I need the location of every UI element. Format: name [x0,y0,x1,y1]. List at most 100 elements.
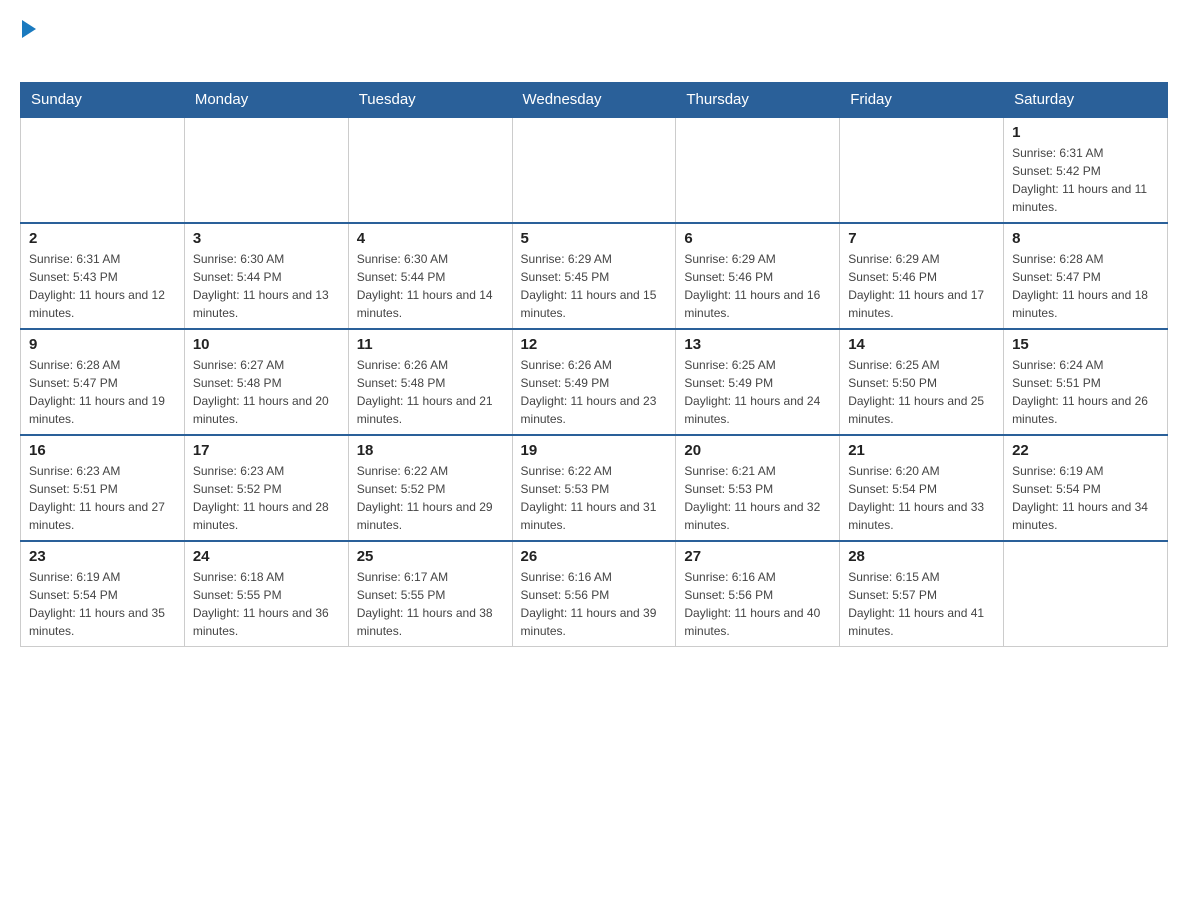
calendar-day-cell [512,117,676,223]
day-number: 1 [1012,124,1159,141]
calendar-day-cell: 5Sunrise: 6:29 AM Sunset: 5:45 PM Daylig… [512,223,676,329]
day-number: 19 [521,442,668,459]
calendar-day-cell: 27 Sunrise: 6:16 AM Sunset: 5:56 PM Dayli… [676,541,840,647]
calendar-day-cell: 2Sunrise: 6:31 AM Sunset: 5:43 PM Daylig… [21,223,185,329]
day-number: 2 [29,230,176,247]
day-info: Sunrise: 6:28 AM Sunset: 5:47 PM Dayligh… [1012,250,1159,322]
day-info: Sunrise: 6:23 AM Sunset: 5:52 PM Dayligh… [193,462,340,534]
day-info: Sunrise: 6:25 AM Sunset: 5:50 PM Dayligh… [848,356,995,428]
day-number: 20 [684,442,831,459]
calendar-day-cell: 4 Sunrise: 6:30 AM Sunset: 5:44 PM Daylig… [348,223,512,329]
calendar-day-cell: 14Sunrise: 6:25 AM Sunset: 5:50 PM Dayli… [840,329,1004,435]
calendar-day-cell: 7 Sunrise: 6:29 AM Sunset: 5:46 PM Daylig… [840,223,1004,329]
day-number: 6 [684,230,831,247]
calendar-day-cell: 25 Sunrise: 6:17 AM Sunset: 5:55 PM Dayli… [348,541,512,647]
day-info: Sunrise: 6:21 AM Sunset: 5:53 PM Dayligh… [684,462,831,534]
calendar-day-cell: 23 Sunrise: 6:19 AM Sunset: 5:54 PM Dayli… [21,541,185,647]
day-info: Sunrise: 6:19 AM Sunset: 5:54 PM Dayligh… [1012,462,1159,534]
calendar-day-cell: 28Sunrise: 6:15 AM Sunset: 5:57 PM Dayli… [840,541,1004,647]
weekday-header-monday: Monday [184,83,348,118]
calendar-day-cell [348,117,512,223]
weekday-header-wednesday: Wednesday [512,83,676,118]
day-info: Sunrise: 6:22 AM Sunset: 5:53 PM Dayligh… [521,462,668,534]
day-number: 26 [521,548,668,565]
calendar-day-cell [184,117,348,223]
calendar-table: SundayMondayTuesdayWednesdayThursdayFrid… [20,82,1168,647]
calendar-day-cell: 10 Sunrise: 6:27 AM Sunset: 5:48 PM Dayli… [184,329,348,435]
day-number: 15 [1012,336,1159,353]
day-number: 24 [193,548,340,565]
calendar-day-cell: 3Sunrise: 6:30 AM Sunset: 5:44 PM Daylig… [184,223,348,329]
day-info: Sunrise: 6:29 AM Sunset: 5:45 PM Dayligh… [521,250,668,322]
calendar-day-cell: 1 Sunrise: 6:31 AM Sunset: 5:42 PM Daylig… [1004,117,1168,223]
day-number: 8 [1012,230,1159,247]
day-number: 16 [29,442,176,459]
calendar-day-cell: 19 Sunrise: 6:22 AM Sunset: 5:53 PM Dayli… [512,435,676,541]
day-number: 13 [684,336,831,353]
day-info: Sunrise: 6:23 AM Sunset: 5:51 PM Dayligh… [29,462,176,534]
day-number: 25 [357,548,504,565]
day-info: Sunrise: 6:15 AM Sunset: 5:57 PM Dayligh… [848,568,995,640]
calendar-day-cell: 20 Sunrise: 6:21 AM Sunset: 5:53 PM Dayli… [676,435,840,541]
weekday-header-tuesday: Tuesday [348,83,512,118]
calendar-day-cell: 13 Sunrise: 6:25 AM Sunset: 5:49 PM Dayli… [676,329,840,435]
day-info: Sunrise: 6:22 AM Sunset: 5:52 PM Dayligh… [357,462,504,534]
day-info: Sunrise: 6:27 AM Sunset: 5:48 PM Dayligh… [193,356,340,428]
day-info: Sunrise: 6:25 AM Sunset: 5:49 PM Dayligh… [684,356,831,428]
calendar-day-cell [676,117,840,223]
calendar-week-row: 16 Sunrise: 6:23 AM Sunset: 5:51 PM Dayli… [21,435,1168,541]
weekday-header-row: SundayMondayTuesdayWednesdayThursdayFrid… [21,83,1168,118]
calendar-day-cell: 22 Sunrise: 6:19 AM Sunset: 5:54 PM Dayli… [1004,435,1168,541]
day-info: Sunrise: 6:29 AM Sunset: 5:46 PM Dayligh… [684,250,831,322]
day-number: 22 [1012,442,1159,459]
calendar-day-cell [21,117,185,223]
day-info: Sunrise: 6:16 AM Sunset: 5:56 PM Dayligh… [684,568,831,640]
day-number: 18 [357,442,504,459]
logo [20,20,36,72]
calendar-day-cell [840,117,1004,223]
calendar-day-cell: 11 Sunrise: 6:26 AM Sunset: 5:48 PM Dayli… [348,329,512,435]
day-info: Sunrise: 6:24 AM Sunset: 5:51 PM Dayligh… [1012,356,1159,428]
calendar-day-cell: 8 Sunrise: 6:28 AM Sunset: 5:47 PM Daylig… [1004,223,1168,329]
calendar-week-row: 23 Sunrise: 6:19 AM Sunset: 5:54 PM Dayli… [21,541,1168,647]
weekday-header-sunday: Sunday [21,83,185,118]
day-number: 23 [29,548,176,565]
day-number: 17 [193,442,340,459]
day-number: 7 [848,230,995,247]
day-info: Sunrise: 6:26 AM Sunset: 5:49 PM Dayligh… [521,356,668,428]
calendar-week-row: 9Sunrise: 6:28 AM Sunset: 5:47 PM Daylig… [21,329,1168,435]
day-info: Sunrise: 6:30 AM Sunset: 5:44 PM Dayligh… [193,250,340,322]
calendar-day-cell: 18 Sunrise: 6:22 AM Sunset: 5:52 PM Dayli… [348,435,512,541]
day-number: 21 [848,442,995,459]
day-number: 10 [193,336,340,353]
day-number: 4 [357,230,504,247]
calendar-day-cell: 15 Sunrise: 6:24 AM Sunset: 5:51 PM Dayli… [1004,329,1168,435]
day-info: Sunrise: 6:18 AM Sunset: 5:55 PM Dayligh… [193,568,340,640]
calendar-day-cell: 12Sunrise: 6:26 AM Sunset: 5:49 PM Dayli… [512,329,676,435]
calendar-week-row: 2Sunrise: 6:31 AM Sunset: 5:43 PM Daylig… [21,223,1168,329]
calendar-day-cell: 24 Sunrise: 6:18 AM Sunset: 5:55 PM Dayli… [184,541,348,647]
day-info: Sunrise: 6:30 AM Sunset: 5:44 PM Dayligh… [357,250,504,322]
calendar-day-cell: 9Sunrise: 6:28 AM Sunset: 5:47 PM Daylig… [21,329,185,435]
calendar-day-cell [1004,541,1168,647]
day-number: 27 [684,548,831,565]
calendar-week-row: 1 Sunrise: 6:31 AM Sunset: 5:42 PM Daylig… [21,117,1168,223]
calendar-day-cell: 16 Sunrise: 6:23 AM Sunset: 5:51 PM Dayli… [21,435,185,541]
weekday-header-thursday: Thursday [676,83,840,118]
day-info: Sunrise: 6:29 AM Sunset: 5:46 PM Dayligh… [848,250,995,322]
day-number: 9 [29,336,176,353]
calendar-day-cell: 21 Sunrise: 6:20 AM Sunset: 5:54 PM Dayli… [840,435,1004,541]
weekday-header-friday: Friday [840,83,1004,118]
calendar-day-cell: 6 Sunrise: 6:29 AM Sunset: 5:46 PM Daylig… [676,223,840,329]
day-info: Sunrise: 6:17 AM Sunset: 5:55 PM Dayligh… [357,568,504,640]
calendar-day-cell: 17 Sunrise: 6:23 AM Sunset: 5:52 PM Dayli… [184,435,348,541]
day-info: Sunrise: 6:26 AM Sunset: 5:48 PM Dayligh… [357,356,504,428]
day-info: Sunrise: 6:20 AM Sunset: 5:54 PM Dayligh… [848,462,995,534]
weekday-header-saturday: Saturday [1004,83,1168,118]
day-info: Sunrise: 6:31 AM Sunset: 5:42 PM Dayligh… [1012,144,1159,216]
day-number: 11 [357,336,504,353]
page-header [20,20,1168,72]
calendar-day-cell: 26Sunrise: 6:16 AM Sunset: 5:56 PM Dayli… [512,541,676,647]
day-info: Sunrise: 6:19 AM Sunset: 5:54 PM Dayligh… [29,568,176,640]
logo-triangle-icon [22,20,36,38]
